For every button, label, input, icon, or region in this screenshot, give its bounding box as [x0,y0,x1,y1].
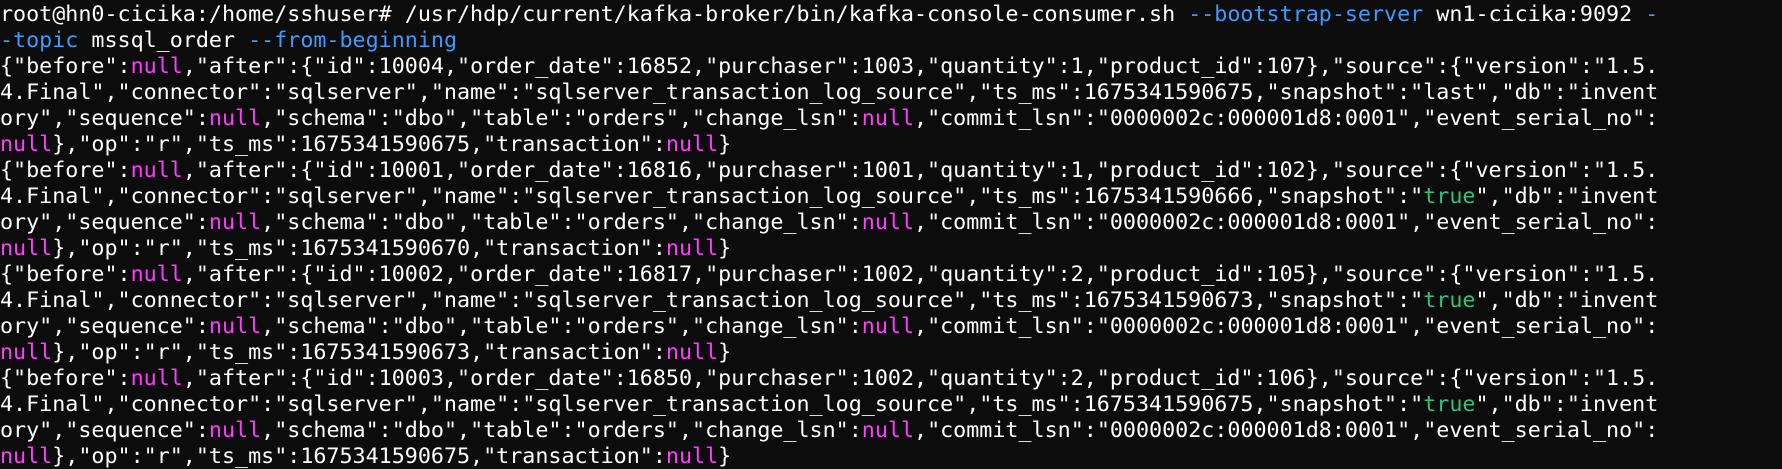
text-segment: ,"schema":"dbo","table":"orders","change… [261,106,862,131]
null-token: null [0,132,53,157]
null-token: null [0,444,53,469]
null-token: null [130,158,183,183]
output-line: {"before":null,"after":{"id":10001,"orde… [0,158,1782,184]
output-line: null},"op":"r","ts_ms":1675341590673,"tr… [0,340,1782,366]
output-line: null},"op":"r","ts_ms":1675341590675,"tr… [0,444,1782,469]
cli-flag: --from-beginning [248,28,458,53]
output-line: 4.Final","connector":"sqlserver","name":… [0,392,1782,418]
text-segment: 4.Final","connector":"sqlserver","name":… [0,288,1424,313]
null-token: null [861,418,915,443]
text-segment: 4.Final","connector":"sqlserver","name":… [0,392,1424,417]
output-line: ory","sequence":null,"schema":"dbo","tab… [0,106,1782,132]
terminal-output[interactable]: root@hn0-cicika:/home/sshuser# /usr/hdp/… [0,0,1782,469]
text-segment: ory","sequence": [0,418,209,443]
text-segment: {"before": [0,54,131,79]
text-segment: } [718,340,732,365]
text-segment: ","db":"invent [1475,392,1659,417]
true-token: true [1423,288,1476,313]
cli-flag: - [1645,2,1659,27]
text-segment: ,"commit_lsn":"0000002c:000001d8:0001","… [914,210,1659,235]
output-line: ory","sequence":null,"schema":"dbo","tab… [0,418,1782,444]
null-token: null [861,314,915,339]
true-token: true [1423,184,1476,209]
text-segment: },"op":"r","ts_ms":1675341590675,"transa… [52,444,666,469]
command-line-continuation: -topic mssql_order --from-beginning [0,28,1782,54]
text-segment: {"before": [0,366,131,391]
text-segment: ,"after":{"id":10004,"order_date":16852,… [182,54,1659,79]
null-token: null [0,340,53,365]
text-segment: ,"commit_lsn":"0000002c:000001d8:0001","… [914,106,1659,131]
output-line: {"before":null,"after":{"id":10004,"orde… [0,54,1782,80]
null-token: null [665,340,719,365]
text-segment: {"before": [0,158,131,183]
null-token: null [130,366,183,391]
null-token: null [665,236,719,261]
text-segment: } [718,444,732,469]
null-token: null [665,132,719,157]
text-segment: root@hn0-cicika:/home/sshuser# /usr/hdp/… [0,2,1189,27]
cli-flag: -topic [0,28,79,53]
null-token: null [208,314,262,339]
text-segment: ,"after":{"id":10003,"order_date":16850,… [182,366,1659,391]
null-token: null [130,54,183,79]
cli-flag: --bootstrap-server [1188,2,1424,27]
null-token: null [208,418,262,443]
text-segment: 4.Final","connector":"sqlserver","name":… [0,80,1659,105]
text-segment: mssql_order [78,28,249,53]
null-token: null [208,210,262,235]
null-token: null [130,262,183,287]
text-segment: ,"schema":"dbo","table":"orders","change… [261,210,862,235]
command-line: root@hn0-cicika:/home/sshuser# /usr/hdp/… [0,2,1782,28]
text-segment: } [718,132,732,157]
output-line: {"before":null,"after":{"id":10003,"orde… [0,366,1782,392]
null-token: null [665,444,719,469]
text-segment: },"op":"r","ts_ms":1675341590673,"transa… [52,340,666,365]
text-segment: } [718,236,732,261]
output-line: null},"op":"r","ts_ms":1675341590675,"tr… [0,132,1782,158]
text-segment: ory","sequence": [0,106,209,131]
text-segment: ,"after":{"id":10002,"order_date":16817,… [182,262,1659,287]
output-line: ory","sequence":null,"schema":"dbo","tab… [0,314,1782,340]
output-line: null},"op":"r","ts_ms":1675341590670,"tr… [0,236,1782,262]
null-token: null [861,106,915,131]
output-line: ory","sequence":null,"schema":"dbo","tab… [0,210,1782,236]
output-line: {"before":null,"after":{"id":10002,"orde… [0,262,1782,288]
text-segment: ","db":"invent [1475,288,1659,313]
text-segment: wn1-cicika:9092 [1423,2,1646,27]
text-segment: },"op":"r","ts_ms":1675341590675,"transa… [52,132,666,157]
text-segment: ,"schema":"dbo","table":"orders","change… [261,314,862,339]
output-line: 4.Final","connector":"sqlserver","name":… [0,184,1782,210]
output-line: 4.Final","connector":"sqlserver","name":… [0,288,1782,314]
text-segment: ,"commit_lsn":"0000002c:000001d8:0001","… [914,314,1659,339]
text-segment: ory","sequence": [0,210,209,235]
null-token: null [861,210,915,235]
text-segment: ,"after":{"id":10001,"order_date":16816,… [182,158,1659,183]
null-token: null [208,106,262,131]
text-segment: },"op":"r","ts_ms":1675341590670,"transa… [52,236,666,261]
true-token: true [1423,392,1476,417]
text-segment: ,"commit_lsn":"0000002c:000001d8:0001","… [914,418,1659,443]
text-segment: ","db":"invent [1475,184,1659,209]
text-segment: {"before": [0,262,131,287]
output-line: 4.Final","connector":"sqlserver","name":… [0,80,1782,106]
text-segment: ,"schema":"dbo","table":"orders","change… [261,418,862,443]
text-segment: 4.Final","connector":"sqlserver","name":… [0,184,1424,209]
text-segment: ory","sequence": [0,314,209,339]
null-token: null [0,236,53,261]
